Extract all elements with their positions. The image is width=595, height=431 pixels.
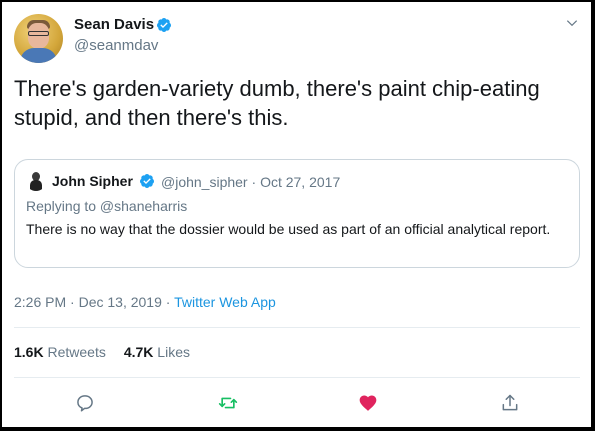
verified-badge-icon bbox=[139, 174, 154, 188]
meta-separator: · bbox=[165, 294, 171, 310]
tweet-date[interactable]: Dec 13, 2019 bbox=[79, 294, 162, 310]
likes-label: Likes bbox=[157, 344, 190, 360]
likes-count: 4.7K bbox=[123, 344, 154, 360]
author-name[interactable]: Sean Davis bbox=[74, 16, 154, 33]
share-icon[interactable] bbox=[500, 393, 520, 413]
quoted-date: Oct 27, 2017 bbox=[260, 174, 341, 190]
quoted-author-handle: @john_sipher bbox=[161, 174, 248, 190]
tweet-timestamp: 2:26 PM · Dec 13, 2019 · Twitter Web App bbox=[14, 294, 276, 310]
tweet-source-link[interactable]: Twitter Web App bbox=[174, 294, 276, 310]
quoted-meta: @john_sipher · Oct 27, 2017 bbox=[161, 174, 340, 190]
chevron-down-icon[interactable] bbox=[565, 16, 579, 30]
quoted-tweet[interactable]: John Sipher @john_sipher · Oct 27, 2017 … bbox=[14, 159, 580, 268]
quoted-author-avatar bbox=[26, 171, 46, 191]
retweets-count: 1.6K bbox=[14, 344, 44, 360]
quoted-replying-to: Replying to @shaneharris bbox=[26, 198, 188, 214]
meta-separator: · bbox=[251, 174, 257, 190]
tweet-text: There's garden-variety dumb, there's pai… bbox=[14, 76, 540, 130]
retweet-icon[interactable] bbox=[218, 393, 238, 413]
like-icon[interactable] bbox=[358, 393, 378, 413]
meta-separator: · bbox=[70, 294, 75, 310]
retweets-stat[interactable]: 1.6K Retweets bbox=[14, 344, 106, 360]
tweet-card: Sean Davis @seanmdav There's garden-vari… bbox=[2, 2, 591, 427]
quoted-author-name: John Sipher bbox=[52, 173, 133, 189]
author-avatar[interactable] bbox=[14, 14, 63, 63]
likes-stat[interactable]: 4.7K Likes bbox=[124, 344, 190, 360]
reply-icon[interactable] bbox=[75, 393, 95, 413]
tweet-time[interactable]: 2:26 PM bbox=[14, 294, 66, 310]
tweet-stats: 1.6K Retweets 4.7K Likes bbox=[14, 344, 190, 360]
quoted-tweet-text: There is no way that the dossier would b… bbox=[26, 221, 551, 237]
divider bbox=[14, 377, 580, 378]
retweets-label: Retweets bbox=[47, 344, 106, 360]
divider bbox=[14, 327, 580, 328]
verified-badge-icon bbox=[156, 18, 171, 32]
author-handle[interactable]: @seanmdav bbox=[74, 37, 158, 54]
